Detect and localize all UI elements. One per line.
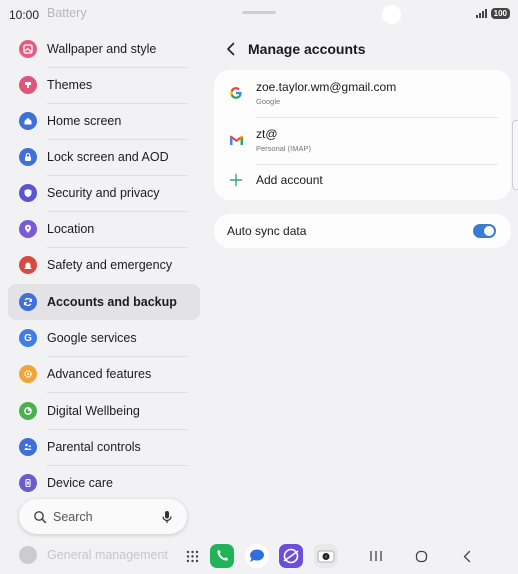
settings-item-label: Digital Wellbeing <box>47 404 140 418</box>
settings-item-lock-screen[interactable]: Lock screen and AOD <box>8 139 200 175</box>
accounts-card: zoe.taylor.wm@gmail.com Google zt@ Perso… <box>214 70 511 200</box>
settings-item-label: Safety and emergency <box>47 258 173 272</box>
drag-handle[interactable] <box>242 11 276 14</box>
gmail-logo-icon <box>228 132 244 148</box>
wellbeing-icon <box>19 402 37 420</box>
settings-item-themes[interactable]: Themes <box>8 67 200 103</box>
settings-item-security[interactable]: Security and privacy <box>8 175 200 211</box>
screen: 10:00 100 Battery Wallpaper and style Th… <box>0 0 518 574</box>
signal-icon <box>475 9 487 18</box>
settings-item-label: Wallpaper and style <box>47 42 157 56</box>
battery-indicator: 100 <box>490 8 510 19</box>
edge-panel-handle[interactable] <box>512 120 518 190</box>
recents-button[interactable] <box>364 544 388 568</box>
settings-item-accounts-backup[interactable]: Accounts and backup <box>8 284 200 320</box>
auto-sync-label: Auto sync data <box>227 224 307 238</box>
page-title: Manage accounts <box>248 41 366 57</box>
settings-item-label: Location <box>47 222 95 236</box>
add-account-label: Add account <box>256 173 323 187</box>
settings-item-parental[interactable]: Parental controls <box>8 429 200 465</box>
settings-item-label: Google services <box>47 331 137 345</box>
search-bar[interactable]: Search <box>19 499 187 534</box>
phone-app-icon[interactable] <box>210 544 234 568</box>
search-input[interactable]: Search <box>53 510 161 524</box>
auto-sync-row[interactable]: Auto sync data <box>214 214 511 248</box>
settings-item-label: Lock screen and AOD <box>47 150 169 164</box>
settings-item-label: Device care <box>47 476 113 490</box>
back-button[interactable] <box>455 544 479 568</box>
google-logo-icon <box>228 85 244 101</box>
account-email: zt@ <box>256 127 278 141</box>
account-row-imap[interactable]: zt@ Personal (IMAP) <box>214 117 511 163</box>
sync-icon <box>19 293 37 311</box>
apps-grid-icon[interactable] <box>180 544 204 568</box>
camera-cutout <box>382 5 401 24</box>
themes-icon <box>19 76 37 94</box>
toggle-knob <box>484 226 494 236</box>
status-icons: 100 <box>475 8 510 19</box>
plus-icon <box>229 173 243 187</box>
account-email: zoe.taylor.wm@gmail.com <box>256 80 397 94</box>
parental-icon <box>19 438 37 456</box>
settings-item-battery-faded[interactable]: Battery <box>47 6 87 20</box>
settings-item-wallpaper[interactable]: Wallpaper and style <box>8 31 200 67</box>
add-account-button[interactable]: Add account <box>214 159 511 201</box>
settings-item-label: Themes <box>47 78 93 92</box>
wallpaper-icon <box>19 40 37 58</box>
settings-item-google[interactable]: G Google services <box>8 320 200 356</box>
lock-icon <box>19 148 37 166</box>
settings-item-label: Accounts and backup <box>47 295 177 309</box>
search-icon <box>34 510 47 523</box>
back-arrow-icon[interactable] <box>222 40 240 58</box>
settings-item-label: Advanced features <box>47 367 152 381</box>
microphone-icon[interactable] <box>161 510 173 524</box>
star-gear-icon <box>19 365 37 383</box>
taskbar <box>0 544 518 572</box>
settings-item-wellbeing[interactable]: Digital Wellbeing <box>8 393 200 429</box>
messages-app-icon[interactable] <box>245 544 269 568</box>
google-icon: G <box>19 329 37 347</box>
settings-item-label: Parental controls <box>47 440 141 454</box>
settings-list: Battery Wallpaper and style Themes Home … <box>0 0 207 574</box>
shield-icon <box>19 184 37 202</box>
location-icon <box>19 220 37 238</box>
settings-item-device-care[interactable]: Device care <box>8 465 200 501</box>
settings-item-home-screen[interactable]: Home screen <box>8 103 200 139</box>
account-row-google[interactable]: zoe.taylor.wm@gmail.com Google <box>214 70 511 116</box>
account-type: Personal (IMAP) <box>256 144 312 153</box>
settings-item-location[interactable]: Location <box>8 211 200 247</box>
emergency-icon <box>19 256 37 274</box>
account-type: Google <box>256 97 281 106</box>
camera-app-icon[interactable] <box>314 544 338 568</box>
home-button[interactable] <box>409 544 433 568</box>
auto-sync-toggle[interactable] <box>473 224 496 238</box>
internet-app-icon[interactable] <box>279 544 303 568</box>
settings-item-label: Home screen <box>47 114 122 128</box>
page-header: Manage accounts <box>222 40 365 58</box>
home-icon <box>19 112 37 130</box>
device-care-icon <box>19 474 37 492</box>
settings-item-safety[interactable]: Safety and emergency <box>8 247 200 283</box>
settings-item-label: Security and privacy <box>47 186 160 200</box>
settings-item-advanced[interactable]: Advanced features <box>8 356 200 392</box>
